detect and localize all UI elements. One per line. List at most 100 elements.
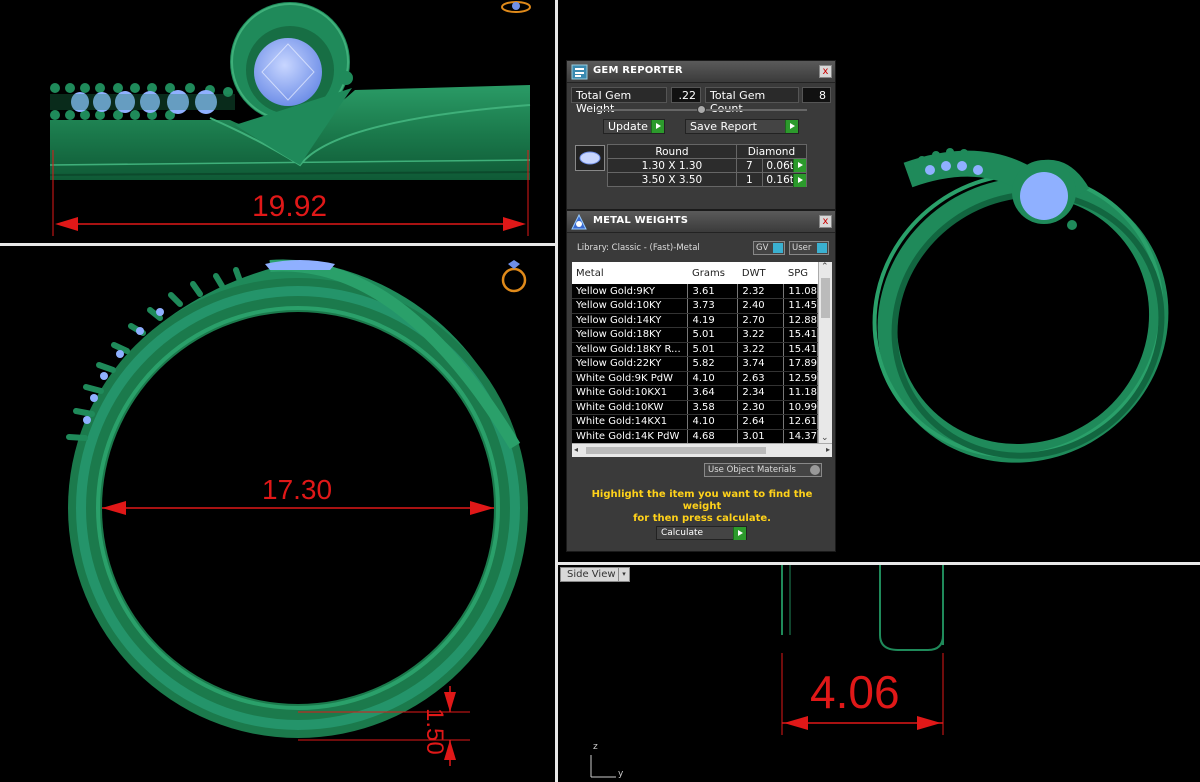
metal-row[interactable]: Yellow Gold:22KY 5.82 3.74 17.89	[572, 356, 818, 372]
gv-label: GV	[756, 243, 769, 253]
metal-row[interactable]: Yellow Gold:18KY 5.01 3.22 15.41	[572, 327, 818, 343]
gem-header-material: Diamond	[735, 144, 808, 159]
save-report-label: Save Report	[690, 120, 757, 133]
use-object-materials-label: Use Object Materials	[708, 465, 796, 475]
metal-dwt: 2.30	[737, 400, 785, 415]
metal-grams: 4.68	[687, 429, 739, 444]
metal-weights-close-button[interactable]: x	[819, 215, 832, 228]
metal-dwt: 2.70	[737, 313, 785, 328]
metal-spg: 12.61	[783, 414, 818, 430]
gem-reporter-close-button[interactable]: x	[819, 65, 832, 78]
total-gem-weight-label: Total Gem Weight	[571, 87, 667, 115]
metal-row[interactable]: White Gold:14K PdW 4.68 3.01 14.37	[572, 429, 818, 444]
col-grams[interactable]: Grams	[687, 262, 738, 284]
metal-spg: 11.45	[783, 298, 818, 314]
metal-spg: 15.41	[783, 342, 818, 357]
metal-row[interactable]: White Gold:10KW 3.58 2.30 10.99	[572, 400, 818, 415]
user-toggle[interactable]: User	[789, 241, 829, 255]
metal-table-vertical-scrollbar[interactable]: ⌃ ⌄	[818, 262, 832, 443]
play-icon	[651, 120, 664, 133]
metal-table-horizontal-scrollbar[interactable]: ◂ ▸	[572, 443, 832, 457]
metal-grams: 4.19	[687, 313, 739, 328]
col-metal[interactable]: Metal	[572, 262, 688, 284]
gem-row-0-action-button[interactable]	[793, 159, 806, 172]
metal-grams: 5.01	[687, 327, 739, 343]
metal-row[interactable]: White Gold:14KX1 4.10 2.64 12.61	[572, 414, 818, 430]
metal-name: White Gold:10KW	[572, 400, 689, 415]
instruction-line-2: for then press calculate.	[633, 513, 771, 524]
instruction-line-1: Highlight the item you want to find the …	[591, 489, 813, 512]
metal-grams: 3.64	[687, 385, 739, 401]
view-label-box[interactable]: Side View ▾	[560, 567, 630, 582]
scroll-right-icon[interactable]: ▸	[826, 445, 830, 454]
metal-row[interactable]: Yellow Gold:9KY 3.61 2.32 11.08	[572, 284, 818, 299]
view-dropdown-icon[interactable]: ▾	[618, 568, 629, 581]
metal-spg: 17.89	[783, 356, 818, 372]
ring-view-icon[interactable]	[500, 256, 530, 296]
metal-spg: 14.37	[783, 429, 818, 444]
metal-row[interactable]: Yellow Gold:14KY 4.19 2.70 12.88	[572, 313, 818, 328]
viewport-front[interactable]: 19.92	[0, 0, 555, 243]
user-toggle-icon	[817, 243, 827, 253]
metal-spg: 15.41	[783, 327, 818, 343]
side-width-dimension: 4.06	[810, 666, 900, 718]
col-dwt[interactable]: DWT	[737, 262, 784, 284]
view-cube-icon[interactable]	[498, 0, 538, 20]
gem-reporter-panel: GEM REPORTER x Total Gem Weight .22 Tota…	[566, 60, 836, 210]
metal-name: Yellow Gold:9KY	[572, 284, 689, 299]
metal-dwt: 2.32	[737, 284, 785, 299]
metal-name: White Gold:14K PdW	[572, 429, 689, 444]
metal-dwt: 2.63	[737, 371, 785, 386]
metal-name: Yellow Gold:18KY	[572, 327, 689, 343]
gem-row[interactable]: 3.50 X 3.50 1 0.16tw	[607, 172, 808, 187]
metal-grams: 5.82	[687, 356, 739, 372]
thickness-dimension: 1.50	[421, 708, 448, 755]
update-button[interactable]: Update	[603, 119, 665, 134]
metal-row[interactable]: Yellow Gold:10KY 3.73 2.40 11.45	[572, 298, 818, 314]
metal-row[interactable]: White Gold:10KX1 3.64 2.34 11.18	[572, 385, 818, 401]
panel-slider-handle[interactable]	[697, 105, 706, 114]
gem-row-1-action-button[interactable]	[793, 174, 806, 187]
viewport-top[interactable]: 17.30 1.50	[0, 246, 555, 782]
metal-dwt: 3.74	[737, 356, 785, 372]
gem-header-shape: Round	[607, 144, 737, 159]
gem-size: 1.30 X 1.30	[607, 158, 737, 173]
gem-count: 7	[735, 158, 763, 173]
metal-name: Yellow Gold:10KY	[572, 298, 689, 314]
scroll-left-icon[interactable]: ◂	[574, 445, 578, 454]
use-object-materials-button[interactable]: Use Object Materials	[704, 463, 822, 477]
metal-weights-title: METAL WEIGHTS	[593, 215, 689, 226]
gv-toggle-icon	[773, 243, 783, 253]
metal-weights-titlebar[interactable]: METAL WEIGHTS x	[567, 211, 835, 233]
play-icon	[793, 174, 806, 187]
total-gem-count-label: Total Gem Count	[705, 87, 799, 115]
gem-shape-thumbnail[interactable]	[575, 145, 605, 171]
col-spg[interactable]: SPG	[783, 262, 818, 284]
gem-reporter-titlebar[interactable]: GEM REPORTER x	[567, 61, 835, 83]
metal-grams: 5.01	[687, 342, 739, 357]
scroll-up-icon[interactable]: ⌃	[821, 262, 829, 272]
metal-spg: 11.18	[783, 385, 818, 401]
instruction-text: Highlight the item you want to find the …	[572, 489, 832, 525]
save-report-button[interactable]: Save Report	[685, 119, 799, 134]
play-icon	[793, 159, 806, 172]
metal-spg: 12.88	[783, 313, 818, 328]
scroll-thumb-h[interactable]	[586, 447, 766, 454]
scroll-thumb[interactable]	[821, 278, 830, 318]
metal-row[interactable]: Yellow Gold:18KY R... 5.01 3.22 15.41	[572, 342, 818, 357]
metal-row[interactable]: White Gold:9K PdW 4.10 2.63 12.59	[572, 371, 818, 386]
metal-weights-icon	[571, 214, 587, 230]
viewport-side[interactable]: Side View ▾ 4.06 z y	[558, 565, 1200, 782]
scroll-down-icon[interactable]: ⌄	[821, 433, 829, 443]
metal-dwt: 3.22	[737, 327, 785, 343]
total-gem-weight-value[interactable]: .22	[671, 87, 701, 103]
metal-name: Yellow Gold:22KY	[572, 356, 689, 372]
calculate-button[interactable]: Calculate	[656, 526, 747, 540]
gem-row[interactable]: 1.30 X 1.30 7 0.06tw	[607, 158, 808, 173]
metal-dwt: 2.64	[737, 414, 785, 430]
library-label: Library: Classic - (Fast)-Metal	[577, 243, 700, 253]
total-gem-count-value[interactable]: 8	[802, 87, 831, 103]
metal-dwt: 3.22	[737, 342, 785, 357]
view-label: Side View	[567, 569, 616, 580]
gv-toggle[interactable]: GV	[753, 241, 785, 255]
